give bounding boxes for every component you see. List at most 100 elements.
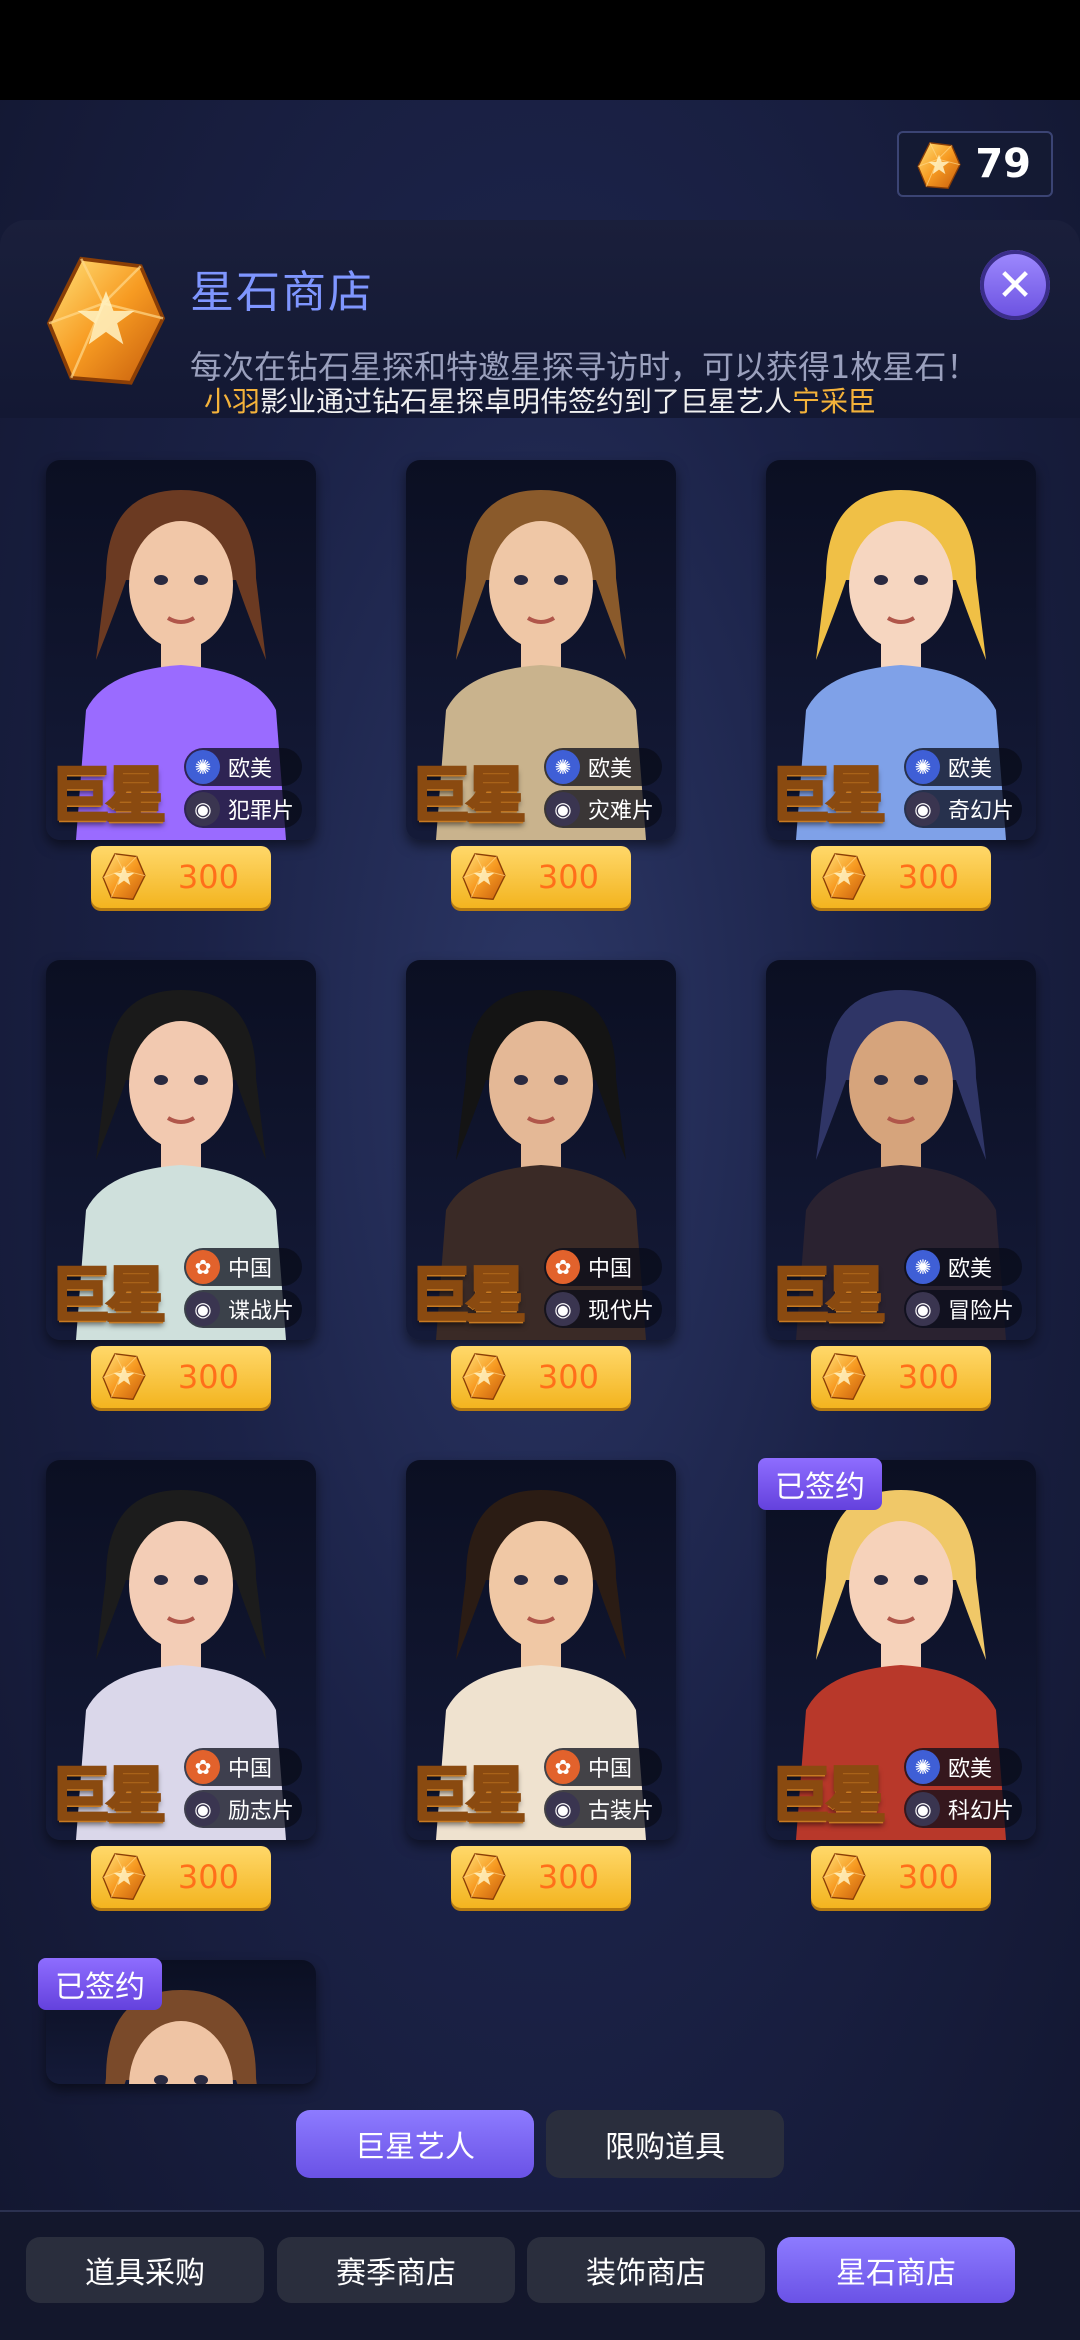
rank-badge: 巨星	[769, 1260, 888, 1333]
star-stone-icon	[821, 1352, 867, 1402]
genre-icon: ◉	[546, 1792, 580, 1826]
region-tag: ✿ 中国	[184, 1748, 302, 1786]
region-label: 欧美	[948, 1257, 993, 1282]
region-icon: ✿	[186, 1750, 220, 1784]
region-icon: ✿	[546, 1250, 580, 1284]
region-tag: ✺ 欧美	[904, 1748, 1022, 1786]
nav-item-star-stone-shop[interactable]: 星石商店	[777, 2237, 1015, 2303]
star-stone-count: 79	[975, 141, 1031, 187]
artist-card[interactable]: 巨星 ✺ 欧美 ◉ 科幻片	[766, 1460, 1036, 1840]
buy-button[interactable]: 300	[91, 1846, 271, 1908]
genre-tag: ◉ 现代片	[544, 1290, 662, 1328]
genre-icon: ◉	[186, 792, 220, 826]
artist-card[interactable]: 巨星 ✿ 中国 ◉ 谍战片	[46, 960, 316, 1340]
region-tag: ✿ 中国	[184, 1248, 302, 1286]
artist-card[interactable]: 巨星 ✿ 中国 ◉ 现代片	[406, 960, 676, 1340]
genre-tag: ◉ 犯罪片	[184, 790, 302, 828]
rank-badge: 巨星	[49, 1260, 168, 1333]
price-value: 300	[177, 1358, 239, 1396]
star-stone-icon	[101, 1852, 147, 1902]
shop-title: 星石商店	[190, 267, 374, 318]
rank-badge: 巨星	[409, 1760, 528, 1833]
status-bar	[0, 0, 1080, 100]
rank-badge: 巨星	[49, 1760, 168, 1833]
genre-tag: ◉ 励志片	[184, 1790, 302, 1828]
region-label: 中国	[588, 1757, 633, 1782]
genre-tag: ◉ 谍战片	[184, 1290, 302, 1328]
nav-item-purchase[interactable]: 道具采购	[26, 2237, 264, 2303]
star-stone-balance: 79	[897, 131, 1053, 197]
close-button[interactable]: ✕	[980, 250, 1050, 320]
genre-label: 古装片	[588, 1799, 655, 1824]
bottom-nav: 道具采购 赛季商店 装饰商店 星石商店	[0, 2212, 1080, 2340]
rank-badge: 巨星	[409, 1260, 528, 1333]
region-tag: ✺ 欧美	[904, 748, 1022, 786]
artist-card[interactable]: 巨星 ✺ 欧美 ◉ 奇幻片	[766, 460, 1036, 840]
star-stone-icon	[44, 252, 168, 392]
buy-button[interactable]: 300	[91, 1346, 271, 1408]
tab-limited-items[interactable]: 限购道具	[546, 2110, 784, 2178]
buy-button[interactable]: 300	[451, 1846, 631, 1908]
region-label: 欧美	[588, 757, 633, 782]
region-tag: ✿ 中国	[544, 1248, 662, 1286]
region-label: 中国	[228, 1257, 273, 1282]
genre-icon: ◉	[906, 792, 940, 826]
genre-icon: ◉	[906, 1292, 940, 1326]
nav-item-decor-shop[interactable]: 装饰商店	[527, 2237, 765, 2303]
star-stone-icon	[461, 852, 507, 902]
nav-item-season-shop[interactable]: 赛季商店	[277, 2237, 515, 2303]
price-value: 300	[177, 858, 239, 896]
region-label: 中国	[228, 1757, 273, 1782]
artist-card[interactable]: 巨星 ✺ 欧美 ◉ 犯罪片	[46, 460, 316, 840]
region-label: 欧美	[948, 757, 993, 782]
tab-star-artists[interactable]: 巨星艺人	[296, 2110, 534, 2178]
price-value: 300	[897, 858, 959, 896]
genre-icon: ◉	[906, 1792, 940, 1826]
artist-card[interactable]: 巨星 ✿ 中国 ◉ 励志片	[46, 1460, 316, 1840]
region-icon: ✿	[546, 1750, 580, 1784]
genre-tag: ◉ 冒险片	[904, 1290, 1022, 1328]
buy-button[interactable]: 300	[91, 846, 271, 908]
region-icon: ✺	[906, 750, 940, 784]
genre-label: 现代片	[588, 1299, 655, 1324]
genre-label: 灾难片	[588, 799, 655, 824]
rank-badge: 巨星	[769, 760, 888, 833]
star-stone-icon	[461, 1852, 507, 1902]
buy-button[interactable]: 300	[451, 846, 631, 908]
buy-button[interactable]: 300	[811, 1346, 991, 1408]
genre-label: 冒险片	[948, 1299, 1015, 1324]
artist-card[interactable]: 巨星 ✺ 欧美 ◉ 冒险片	[766, 960, 1036, 1340]
rank-badge: 巨星	[49, 760, 168, 833]
notice-text: 影业通过钻石星探卓明伟签约到了巨星艺人	[259, 385, 792, 418]
buy-button[interactable]: 300	[451, 1346, 631, 1408]
region-tag: ✺ 欧美	[544, 748, 662, 786]
genre-icon: ◉	[186, 1292, 220, 1326]
genre-label: 奇幻片	[948, 799, 1015, 824]
genre-tag: ◉ 古装片	[544, 1790, 662, 1828]
rank-badge: 巨星	[769, 1760, 888, 1833]
artist-card[interactable]: 巨星 ✿ 中国 ◉ 古装片	[406, 1460, 676, 1840]
region-icon: ✺	[906, 1750, 940, 1784]
signed-badge: 已签约	[758, 1458, 882, 1510]
notice-artist: 宁采臣	[792, 385, 877, 418]
genre-icon: ◉	[546, 1292, 580, 1326]
price-value: 300	[537, 858, 599, 896]
star-stone-icon	[101, 1352, 147, 1402]
genre-tag: ◉ 灾难片	[544, 790, 662, 828]
region-tag: ✺ 欧美	[184, 748, 302, 786]
region-icon: ✿	[186, 1250, 220, 1284]
buy-button[interactable]: 300	[811, 1846, 991, 1908]
price-value: 300	[897, 1358, 959, 1396]
close-icon: ✕	[996, 259, 1034, 311]
region-icon: ✺	[186, 750, 220, 784]
region-tag: ✺ 欧美	[904, 1248, 1022, 1286]
star-stone-icon	[821, 852, 867, 902]
buy-button[interactable]: 300	[811, 846, 991, 908]
star-stone-icon	[101, 852, 147, 902]
price-value: 300	[177, 1858, 239, 1896]
genre-label: 谍战片	[228, 1299, 295, 1324]
price-value: 300	[537, 1858, 599, 1896]
genre-label: 犯罪片	[228, 799, 295, 824]
star-stone-icon	[821, 1852, 867, 1902]
artist-card[interactable]: 巨星 ✺ 欧美 ◉ 灾难片	[406, 460, 676, 840]
